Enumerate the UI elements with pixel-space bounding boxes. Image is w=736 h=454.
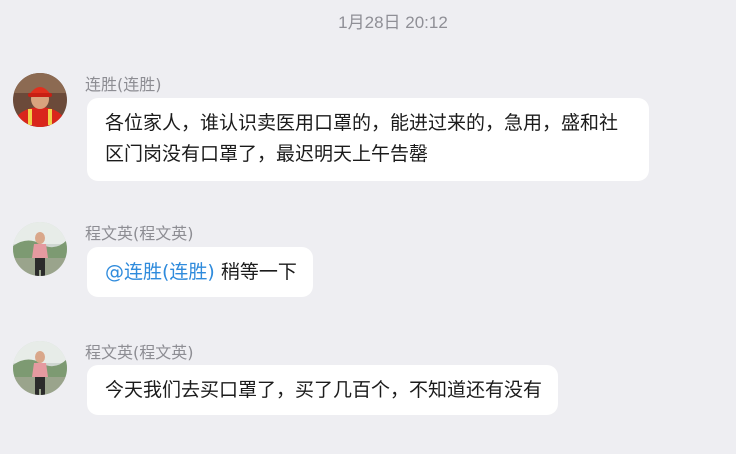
avatar-red-worker-icon: [13, 73, 67, 127]
message-bubble[interactable]: @连胜(连胜) 稍等一下: [87, 247, 313, 297]
message-bubble[interactable]: 各位家人，谁认识卖医用口罩的，能进过来的，急用，盛和社区门岗没有口罩了，最迟明天…: [87, 98, 649, 181]
sender-name: 程文英(程文英): [85, 224, 194, 243]
sender-name: 程文英(程文英): [85, 343, 194, 362]
avatar[interactable]: [13, 341, 67, 395]
avatar[interactable]: [13, 73, 67, 127]
chat-timestamp: 1月28日 20:12: [338, 13, 448, 32]
avatar[interactable]: [13, 222, 67, 276]
message-bubble[interactable]: 今天我们去买口罩了，买了几百个，不知道还有没有: [87, 365, 559, 415]
avatar-woman-outdoors-icon: [13, 341, 67, 395]
mention-link[interactable]: @连胜(连胜): [105, 261, 215, 283]
sender-name: 连胜(连胜): [85, 75, 162, 94]
message-text: 稍等一下: [214, 261, 297, 283]
avatar-woman-outdoors-icon: [13, 222, 67, 276]
